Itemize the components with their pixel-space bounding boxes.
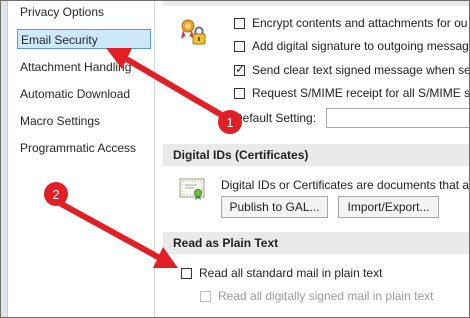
window-frame <box>0 0 470 318</box>
